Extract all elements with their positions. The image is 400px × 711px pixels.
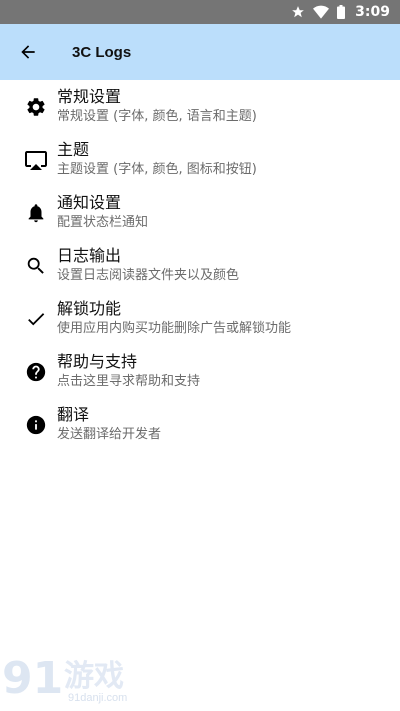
bell-icon [24, 201, 48, 225]
settings-item-theme[interactable]: 主题 主题设置 (字体, 颜色, 图标和按钮) [0, 133, 400, 186]
page-title: 3C Logs [72, 43, 132, 61]
app-bar: 3C Logs [0, 24, 400, 80]
watermark-site: 91danji.com [68, 692, 128, 704]
cast-icon [24, 148, 48, 172]
status-bar: 3:09 [0, 0, 400, 24]
status-time: 3:09 [355, 4, 390, 20]
gear-icon [24, 95, 48, 119]
check-icon [24, 307, 48, 331]
wifi-icon [313, 5, 330, 19]
search-icon [24, 254, 48, 278]
settings-item-notifications[interactable]: 通知设置 配置状态栏通知 [0, 186, 400, 239]
settings-item-title: 解锁功能 [57, 299, 122, 318]
settings-item-subtitle: 主题设置 (字体, 颜色, 图标和按钮) [57, 162, 257, 177]
settings-item-translate[interactable]: 翻译 发送翻译给开发者 [0, 398, 400, 451]
settings-item-title: 帮助与支持 [57, 352, 138, 371]
settings-item-title: 常规设置 [57, 87, 122, 106]
star-icon [291, 5, 305, 19]
watermark-text: 游戏 [64, 659, 124, 694]
settings-item-subtitle: 设置日志阅读器文件夹以及颜色 [57, 268, 240, 283]
battery-icon [337, 5, 346, 19]
settings-item-subtitle: 使用应用内购买功能删除广告或解锁功能 [57, 321, 292, 336]
settings-item-title: 翻译 [57, 405, 90, 424]
settings-item-title: 主题 [57, 140, 90, 159]
watermark-number: 91 [2, 653, 64, 704]
arrow-left-icon [21, 45, 35, 59]
settings-item-title: 日志输出 [57, 246, 122, 265]
settings-item-subtitle: 配置状态栏通知 [57, 215, 149, 230]
settings-item-title: 通知设置 [57, 193, 122, 212]
settings-item-subtitle: 发送翻译给开发者 [57, 427, 162, 442]
back-button[interactable] [0, 24, 56, 80]
settings-item-help[interactable]: 帮助与支持 点击这里寻求帮助和支持 [0, 345, 400, 398]
settings-item-subtitle: 点击这里寻求帮助和支持 [57, 374, 201, 389]
settings-list: 常规设置 常规设置 (字体, 颜色, 语言和主题) 主题 主题设置 (字体, 颜… [0, 80, 400, 451]
settings-item-subtitle: 常规设置 (字体, 颜色, 语言和主题) [57, 109, 257, 124]
settings-item-general[interactable]: 常规设置 常规设置 (字体, 颜色, 语言和主题) [0, 80, 400, 133]
settings-item-unlock[interactable]: 解锁功能 使用应用内购买功能删除广告或解锁功能 [0, 292, 400, 345]
settings-item-log-output[interactable]: 日志输出 设置日志阅读器文件夹以及颜色 [0, 239, 400, 292]
watermark-logo: 91 游戏 91danji.com [2, 654, 142, 708]
info-icon [24, 413, 48, 437]
help-icon [24, 360, 48, 384]
